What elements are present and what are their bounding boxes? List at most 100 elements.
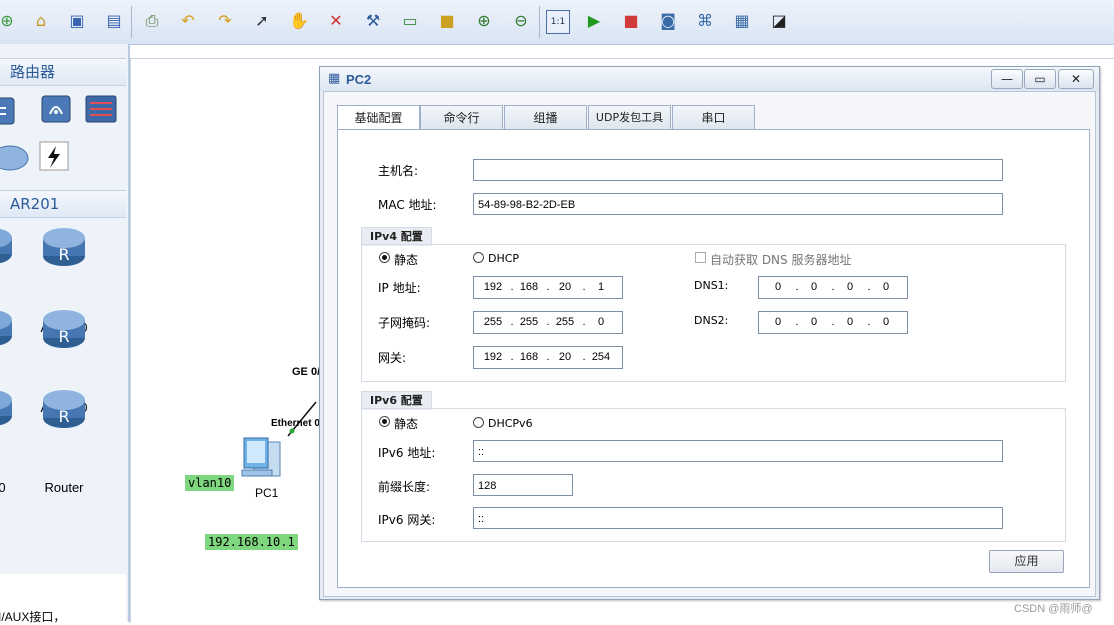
ipv6-gateway-label: IPv6 网关: bbox=[378, 513, 436, 527]
topology-icon[interactable]: ⌘ bbox=[694, 10, 716, 32]
mask-octet: 0 bbox=[597, 316, 605, 328]
ipv6-static-label: 静态 bbox=[394, 417, 419, 431]
wlan-category-icon[interactable] bbox=[34, 88, 78, 132]
mac-label: MAC 地址: bbox=[378, 198, 437, 212]
apply-button[interactable]: 应用 bbox=[989, 550, 1064, 573]
tab-serial[interactable]: 串口 bbox=[672, 105, 755, 130]
hand-pan-icon[interactable]: ✋ bbox=[288, 10, 310, 32]
zoom-out-icon[interactable]: ⊖ bbox=[510, 10, 532, 32]
rectangle-icon[interactable]: ■ bbox=[436, 10, 458, 32]
switch-category-icon[interactable] bbox=[0, 90, 22, 134]
dns1-input[interactable]: 0. 0. 0. 0 bbox=[758, 276, 908, 299]
gateway-octet: 254 bbox=[591, 351, 611, 363]
router-icon[interactable] bbox=[0, 224, 14, 268]
svg-text:R: R bbox=[58, 327, 69, 346]
maximize-button[interactable]: ▭ bbox=[1024, 69, 1056, 89]
ip-octet: 1 bbox=[597, 281, 605, 293]
ipv6-gateway-input[interactable]: :: bbox=[473, 507, 1003, 529]
router-section-header[interactable]: 路由器 bbox=[0, 58, 126, 86]
tab-multicast[interactable]: 组播 bbox=[504, 105, 587, 130]
toolbar-separator bbox=[539, 6, 540, 38]
gateway-octet: 168 bbox=[519, 351, 539, 363]
dialog-body: 基础配置 命令行 组播 UDP发包工具 串口 主机名: MAC 地址: 54-8… bbox=[323, 91, 1096, 597]
undo-icon[interactable]: ↶ bbox=[177, 10, 199, 32]
save-icon[interactable]: ▣ bbox=[66, 10, 88, 32]
pc-config-dialog: ▦ PC2 — ▭ ✕ 基础配置 命令行 组播 UDP发包工具 串口 主机名: … bbox=[319, 66, 1100, 600]
screenshot-icon[interactable]: ◪ bbox=[768, 10, 790, 32]
redo-icon[interactable]: ↷ bbox=[214, 10, 236, 32]
cloud-category-icon[interactable] bbox=[0, 136, 32, 180]
gateway-label: 网关: bbox=[378, 351, 407, 365]
prefix-length-input[interactable]: 128 bbox=[473, 474, 573, 496]
router-icon[interactable] bbox=[0, 306, 14, 350]
device-label: Router bbox=[44, 480, 84, 495]
capture-icon[interactable]: ◙ bbox=[657, 10, 679, 32]
dialog-titlebar[interactable]: ▦ PC2 — ▭ ✕ bbox=[320, 67, 1099, 91]
close-button[interactable]: ✕ bbox=[1058, 69, 1094, 89]
ipv6-address-label: IPv6 地址: bbox=[378, 446, 436, 460]
ip-address-input[interactable]: 192. 168. 20. 1 bbox=[473, 276, 623, 299]
delete-link-icon[interactable]: ⚒ bbox=[362, 10, 384, 32]
save-as-icon[interactable]: ▤ bbox=[103, 10, 125, 32]
subnet-mask-input[interactable]: 255. 255. 255. 0 bbox=[473, 311, 623, 334]
print-icon[interactable]: ⎙ bbox=[141, 10, 163, 32]
dns1-label: DNS1: bbox=[694, 279, 729, 292]
new-topology-icon[interactable]: ⊕ bbox=[0, 10, 18, 32]
mac-address-field[interactable]: 54-89-98-B2-2D-EB bbox=[473, 193, 1003, 215]
router-icon[interactable] bbox=[0, 386, 14, 430]
power-connection-icon[interactable] bbox=[38, 140, 82, 184]
select-pointer-icon[interactable]: ➚ bbox=[251, 10, 273, 32]
pc-title-icon: ▦ bbox=[328, 71, 341, 86]
ipv6-static-radio[interactable] bbox=[379, 416, 390, 427]
ar-section-header[interactable]: AR201 bbox=[0, 190, 126, 218]
router-generic-icon[interactable]: R bbox=[42, 386, 86, 430]
pc-label: PC1 bbox=[255, 486, 279, 500]
ip-tag: 192.168.10.1 bbox=[205, 534, 298, 550]
dns2-octet: 0 bbox=[882, 316, 890, 328]
pc-icon[interactable] bbox=[240, 434, 292, 484]
dns1-octet: 0 bbox=[882, 281, 890, 293]
dns1-octet: 0 bbox=[810, 281, 818, 293]
home-icon[interactable]: ⌂ bbox=[30, 10, 52, 32]
dns2-input[interactable]: 0. 0. 0. 0 bbox=[758, 311, 908, 334]
gateway-octet: 192 bbox=[483, 351, 503, 363]
zoom-in-icon[interactable]: ⊕ bbox=[473, 10, 495, 32]
vlan-tag: vlan10 bbox=[185, 475, 235, 491]
router-ar2240-icon[interactable]: R bbox=[42, 306, 86, 350]
hostname-input[interactable] bbox=[473, 159, 1003, 181]
ipv4-dhcp-radio[interactable] bbox=[473, 252, 484, 263]
ipv6-dhcp-label: DHCPv6 bbox=[488, 417, 533, 430]
tab-command-line[interactable]: 命令行 bbox=[420, 105, 503, 130]
router-section-title: 路由器 bbox=[10, 63, 56, 81]
stop-device-icon[interactable]: ■ bbox=[620, 10, 642, 32]
ipv6-dhcp-radio[interactable] bbox=[473, 417, 484, 428]
ipv4-static-radio[interactable] bbox=[379, 252, 390, 263]
grid-icon[interactable]: ▦ bbox=[731, 10, 753, 32]
dns1-octet: 0 bbox=[846, 281, 854, 293]
svg-text:R: R bbox=[58, 407, 69, 426]
subnet-mask-label: 子网掩码: bbox=[378, 316, 431, 330]
device-panel: 路由器 AR201 R AR1220 0 R AR2240 0 R Router bbox=[0, 44, 130, 624]
ipv4-static-label: 静态 bbox=[394, 253, 419, 267]
dns1-octet: 0 bbox=[774, 281, 782, 293]
basic-config-panel: 主机名: MAC 地址: 54-89-98-B2-2D-EB IPv4 配置 静… bbox=[337, 129, 1090, 588]
main-toolbar: ⊕ ⌂ ▣ ▤ ⎙ ↶ ↷ ➚ ✋ ✕ ⚒ ▭ ■ ⊕ ⊖ 1:1 ▶ ■ ◙ … bbox=[0, 0, 1114, 45]
start-device-icon[interactable]: ▶ bbox=[583, 10, 605, 32]
ipv6-address-input[interactable]: :: bbox=[473, 440, 1003, 462]
tab-basic-config[interactable]: 基础配置 bbox=[337, 105, 420, 131]
minimize-button[interactable]: — bbox=[991, 69, 1023, 89]
router-ar1220-icon[interactable]: R bbox=[42, 224, 86, 268]
fit-view-icon[interactable]: 1:1 bbox=[546, 10, 570, 34]
mask-octet: 255 bbox=[483, 316, 503, 328]
mask-octet: 255 bbox=[519, 316, 539, 328]
text-note-icon[interactable]: ▭ bbox=[399, 10, 421, 32]
auto-dns-checkbox[interactable] bbox=[695, 252, 706, 263]
firewall-category-icon[interactable] bbox=[80, 88, 124, 132]
ip-octet: 20 bbox=[558, 281, 572, 293]
delete-icon[interactable]: ✕ bbox=[325, 10, 347, 32]
prefix-length-label: 前缀长度: bbox=[378, 480, 431, 494]
toolbar-separator bbox=[131, 6, 132, 38]
gateway-input[interactable]: 192. 168. 20. 254 bbox=[473, 346, 623, 369]
tab-udp-tool[interactable]: UDP发包工具 bbox=[588, 105, 671, 130]
gateway-octet: 20 bbox=[558, 351, 572, 363]
